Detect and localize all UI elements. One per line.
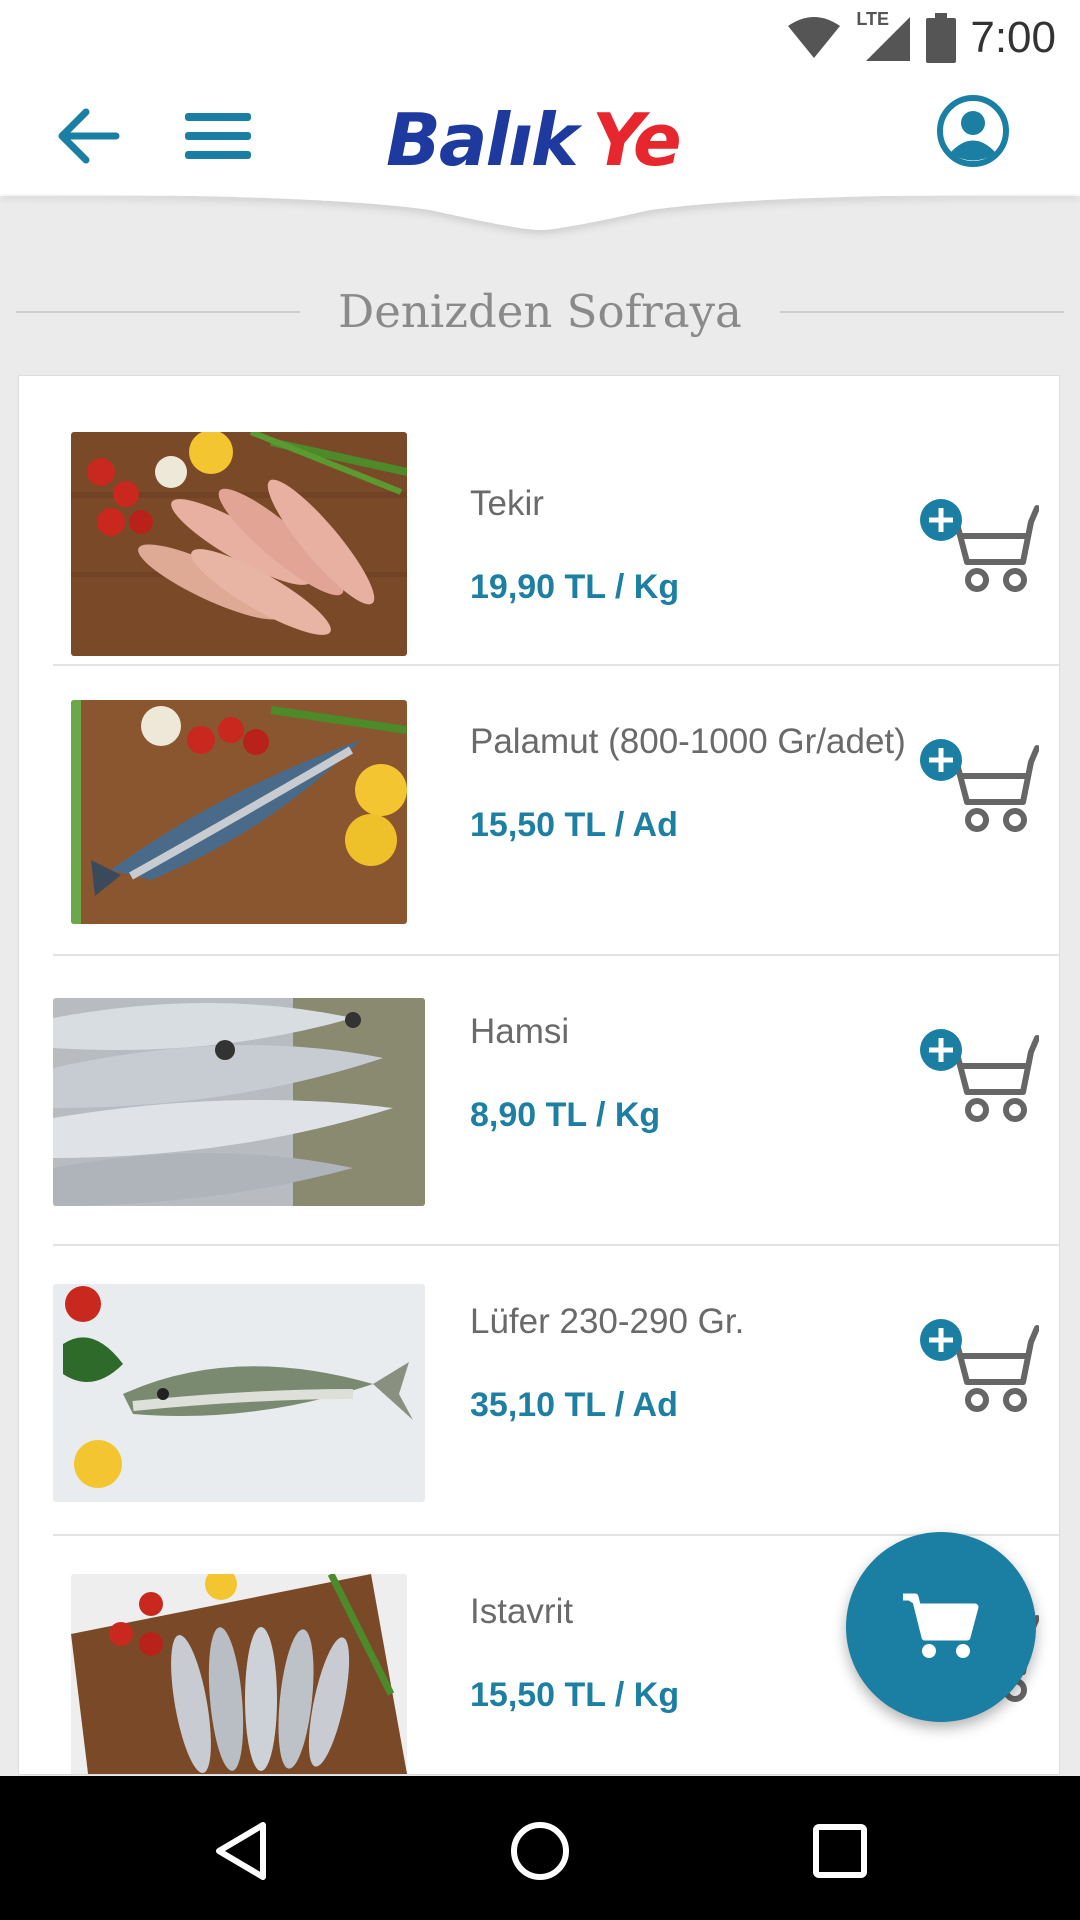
- nav-home-icon: [511, 1822, 569, 1880]
- lte-signal-icon: LTE: [856, 9, 912, 63]
- add-to-cart-button[interactable]: [919, 736, 1040, 836]
- product-price: 8,90 TL / Kg: [470, 1096, 661, 1134]
- divider-left: [16, 311, 300, 313]
- profile-button[interactable]: [928, 86, 1018, 176]
- product-price: 19,90 TL / Kg: [470, 568, 680, 606]
- product-price: 35,10 TL / Ad: [470, 1386, 678, 1424]
- hamburger-menu-icon: [185, 113, 251, 159]
- add-to-cart-icon: [920, 499, 1040, 592]
- app-logo: Balık Ye: [380, 88, 700, 188]
- logo-text-ye: Ye: [592, 98, 682, 182]
- product-row-lufer[interactable]: Lüfer 230-290 Gr. 35,10 TL / Ad: [53, 1246, 1059, 1536]
- user-profile-icon: [937, 95, 1009, 167]
- back-button[interactable]: [40, 96, 136, 176]
- product-image-hamsi: [53, 998, 425, 1206]
- add-to-cart-button[interactable]: [919, 496, 1040, 596]
- product-name: Palamut (800-1000 Gr/adet): [470, 722, 906, 761]
- system-nav-bar: [0, 1776, 1080, 1920]
- nav-home-button[interactable]: [495, 1806, 585, 1896]
- nav-recents-icon: [813, 1824, 867, 1878]
- status-time: 7:00: [970, 13, 1056, 62]
- divider-right: [780, 311, 1064, 313]
- nav-back-icon: [216, 1822, 266, 1880]
- status-bar: LTE 7:00: [0, 0, 1080, 76]
- product-image-lufer: [53, 1284, 425, 1502]
- add-to-cart-button[interactable]: [919, 1316, 1040, 1416]
- product-name: Lüfer 230-290 Gr.: [470, 1302, 745, 1341]
- cart-fab-button[interactable]: [846, 1532, 1036, 1722]
- wifi-icon: [788, 17, 841, 58]
- product-row-hamsi[interactable]: Hamsi 8,90 TL / Kg: [53, 956, 1059, 1246]
- status-icons: LTE 7:00: [786, 9, 1056, 66]
- add-to-cart-icon: [920, 739, 1040, 832]
- product-price: 15,50 TL / Kg: [470, 1676, 680, 1714]
- product-row-tekir[interactable]: Tekir 19,90 TL / Kg: [53, 376, 1059, 666]
- back-arrow-icon: [58, 108, 120, 164]
- menu-button[interactable]: [170, 96, 266, 176]
- add-to-cart-icon: [920, 1319, 1040, 1412]
- nav-back-button[interactable]: [196, 1806, 286, 1896]
- app-bar-wave: [0, 190, 1080, 230]
- section-title: Denizden Sofraya: [338, 285, 742, 338]
- lte-label: LTE: [856, 9, 890, 29]
- add-to-cart-icon: [920, 1029, 1040, 1122]
- product-image-tekir: [71, 432, 407, 656]
- product-price: 15,50 TL / Ad: [470, 806, 678, 844]
- shopping-cart-icon: [903, 1593, 979, 1658]
- nav-recents-button[interactable]: [795, 1806, 885, 1896]
- product-name: Istavrit: [470, 1592, 574, 1631]
- product-row-palamut[interactable]: Palamut (800-1000 Gr/adet) 15,50 TL / Ad: [53, 666, 1059, 956]
- product-image-istavrit: [71, 1574, 407, 1774]
- section-heading: Denizden Sofraya: [0, 280, 1080, 344]
- logo-text-balik: Balık: [386, 98, 579, 182]
- product-name: Hamsi: [470, 1012, 570, 1051]
- battery-icon: [926, 13, 957, 63]
- product-image-palamut: [71, 700, 407, 924]
- add-to-cart-button[interactable]: [919, 1026, 1040, 1126]
- product-name: Tekir: [470, 484, 544, 523]
